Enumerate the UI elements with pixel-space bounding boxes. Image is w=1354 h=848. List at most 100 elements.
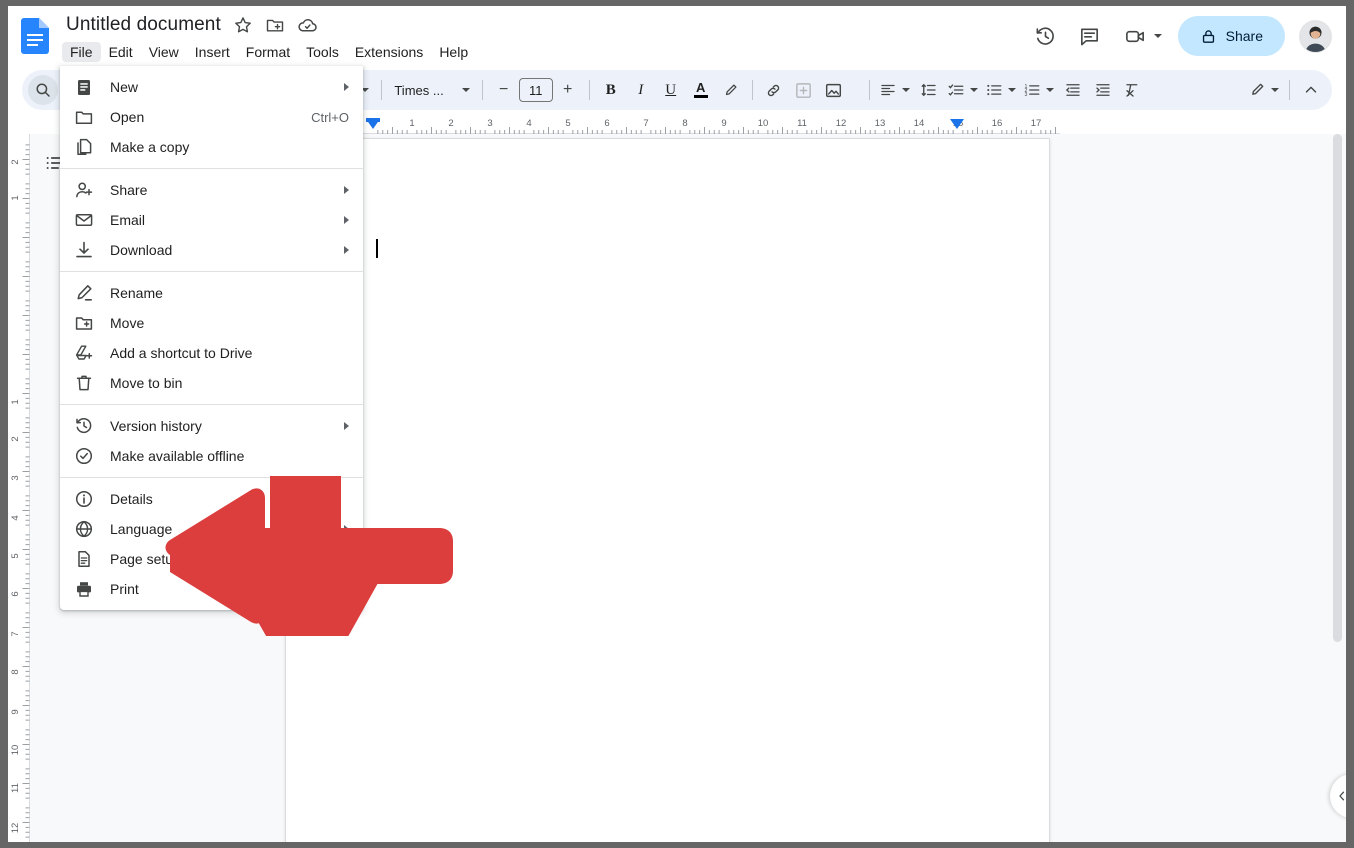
menu-item-label: Share <box>110 182 148 198</box>
align-button[interactable] <box>876 75 914 105</box>
menu-item-label: Make available offline <box>110 448 245 464</box>
star-icon[interactable] <box>233 15 253 35</box>
svg-text:9: 9 <box>10 709 21 714</box>
menu-item-add-a-shortcut-to-drive[interactable]: Add a shortcut to Drive <box>60 338 363 368</box>
drive-shortcut-icon <box>74 343 94 363</box>
menu-file[interactable]: File <box>62 42 101 62</box>
svg-text:1: 1 <box>10 399 21 404</box>
menu-item-move[interactable]: Move <box>60 308 363 338</box>
menu-extensions[interactable]: Extensions <box>347 42 431 62</box>
add-comment-icon[interactable] <box>789 75 819 105</box>
font-family-select[interactable]: Times ... <box>388 75 475 105</box>
menu-format[interactable]: Format <box>238 42 298 62</box>
numbered-list-button[interactable]: 1 2 3 <box>1020 75 1058 105</box>
menu-item-email[interactable]: Email <box>60 205 363 235</box>
toolbar-divider <box>751 80 753 100</box>
decrease-indent-icon[interactable] <box>1058 75 1088 105</box>
svg-text:7: 7 <box>643 118 648 129</box>
menu-item-rename[interactable]: Rename <box>60 278 363 308</box>
svg-text:4: 4 <box>10 515 21 520</box>
vertical-scrollbar[interactable] <box>1333 134 1342 642</box>
search-icon[interactable] <box>28 75 58 105</box>
chevron-down-icon[interactable] <box>1153 34 1162 38</box>
chevron-down-icon[interactable] <box>1270 88 1279 92</box>
menu-item-version-history[interactable]: Version history <box>60 411 363 441</box>
menu-item-download[interactable]: Download <box>60 235 363 265</box>
submenu-arrow-icon <box>344 422 349 430</box>
italic-button[interactable]: I <box>626 75 656 105</box>
svg-text:6: 6 <box>10 591 21 596</box>
decrease-font-size-label: − <box>499 81 509 98</box>
menu-item-label: Language <box>110 521 173 537</box>
cloud-saved-icon[interactable] <box>297 15 317 35</box>
toolbar-divider <box>588 80 590 100</box>
chevron-down-icon[interactable] <box>970 88 979 92</box>
pencil-icon <box>74 283 94 303</box>
menu-edit[interactable]: Edit <box>101 42 141 62</box>
menu-insert[interactable]: Insert <box>187 42 238 62</box>
menu-item-make-a-copy[interactable]: Make a copy <box>60 132 363 162</box>
collapse-panel-button[interactable] <box>1330 774 1346 818</box>
underline-button[interactable]: U <box>656 75 686 105</box>
document-page[interactable] <box>285 138 1050 842</box>
chevron-down-icon[interactable] <box>1008 88 1017 92</box>
globe-icon <box>74 519 94 539</box>
chevron-down-icon[interactable] <box>902 88 911 92</box>
comment-history-icon[interactable] <box>1070 16 1110 56</box>
highlight-color-icon[interactable] <box>716 75 746 105</box>
menu-item-share[interactable]: Share <box>60 175 363 205</box>
svg-text:12: 12 <box>836 118 847 129</box>
menu-item-new[interactable]: New <box>60 72 363 102</box>
title-bar: Untitled document File Edit View Insert … <box>8 6 1346 64</box>
svg-text:8: 8 <box>10 669 21 674</box>
menu-tools[interactable]: Tools <box>298 42 347 62</box>
menu-view[interactable]: View <box>141 42 187 62</box>
submenu-arrow-icon <box>344 246 349 254</box>
chevron-down-icon[interactable] <box>461 88 470 92</box>
share-button[interactable]: Share <box>1177 16 1285 56</box>
menu-item-details[interactable]: Details <box>60 484 363 514</box>
svg-text:11: 11 <box>797 118 807 129</box>
bold-button[interactable]: B <box>596 75 626 105</box>
download-icon <box>74 240 94 260</box>
menu-item-move-to-bin[interactable]: Move to bin <box>60 368 363 398</box>
checklist-button[interactable] <box>944 75 982 105</box>
menu-item-page-setup[interactable]: Page setup <box>60 544 363 574</box>
decrease-font-size-button[interactable]: − <box>489 75 519 105</box>
new-doc-icon <box>74 77 94 97</box>
page-title[interactable]: Untitled document <box>66 14 221 36</box>
info-icon <box>74 489 94 509</box>
font-size-value: 11 <box>528 82 543 98</box>
menu-item-print[interactable]: Print Ctrl+P <box>60 574 363 604</box>
svg-text:5: 5 <box>10 553 21 558</box>
svg-text:11: 11 <box>10 783 21 793</box>
text-color-button[interactable]: A <box>686 75 716 105</box>
collapse-toolbar-icon[interactable] <box>1296 75 1326 105</box>
line-spacing-icon[interactable] <box>914 75 944 105</box>
insert-link-icon[interactable] <box>759 75 789 105</box>
vertical-ruler[interactable]: 2 1 1 2 3 4 5 6 7 8 9 10 11 12 <box>8 134 30 842</box>
clear-formatting-icon[interactable] <box>1118 75 1148 105</box>
editing-mode-button[interactable] <box>1243 75 1283 105</box>
menu-item-label: Move <box>110 315 145 331</box>
menu-item-make-available-offline[interactable]: Make available offline <box>60 441 363 471</box>
share-label: Share <box>1225 28 1263 44</box>
move-to-folder-icon[interactable] <box>265 15 285 35</box>
google-docs-window: Untitled document File Edit View Insert … <box>8 6 1346 842</box>
meet-call-button[interactable] <box>1114 16 1168 56</box>
increase-indent-icon[interactable] <box>1088 75 1118 105</box>
increase-font-size-button[interactable]: + <box>553 75 583 105</box>
increase-font-size-label: + <box>563 81 573 98</box>
printer-icon <box>74 579 94 599</box>
menu-item-open[interactable]: Open Ctrl+O <box>60 102 363 132</box>
avatar[interactable] <box>1299 19 1332 53</box>
bulleted-list-button[interactable] <box>982 75 1020 105</box>
version-history-icon[interactable] <box>1026 16 1066 56</box>
menu-item-label: Open <box>110 109 145 125</box>
menu-item-language[interactable]: Language <box>60 514 363 544</box>
insert-image-icon[interactable] <box>819 75 849 105</box>
menu-help[interactable]: Help <box>431 42 476 62</box>
font-size-input[interactable]: 11 <box>518 78 553 102</box>
chevron-down-icon[interactable] <box>1046 88 1055 92</box>
menu-item-label: Download <box>110 242 173 258</box>
